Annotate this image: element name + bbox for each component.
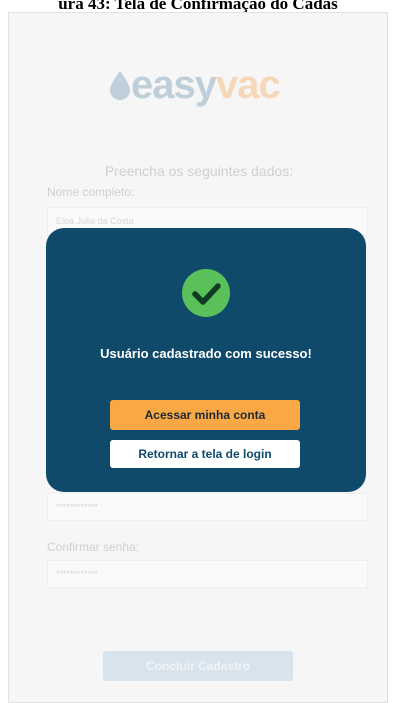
check-circle-icon — [182, 269, 230, 317]
access-account-button[interactable]: Acessar minha conta — [110, 400, 300, 430]
easyvac-logo: easy vac — [109, 62, 281, 107]
droplet-icon — [110, 71, 130, 100]
confirm-password-field[interactable]: ************ — [47, 560, 368, 588]
success-modal: Usuário cadastrado com sucesso! Acessar … — [46, 228, 366, 492]
name-label: Nome completo: — [47, 185, 135, 199]
success-message: Usuário cadastrado com sucesso! — [100, 346, 312, 361]
confirm-password-label: Confirmar senha: — [47, 540, 140, 554]
logo-text-vac: vac — [215, 62, 281, 107]
return-to-login-button[interactable]: Retornar a tela de login — [110, 440, 300, 468]
submit-registration-button[interactable]: Concluir Cadastro — [103, 651, 293, 681]
logo-text-easy: easy — [131, 62, 217, 107]
form-subtitle: Preencha os seguintes dados: — [104, 163, 294, 179]
password-field[interactable]: ************ — [47, 493, 368, 521]
